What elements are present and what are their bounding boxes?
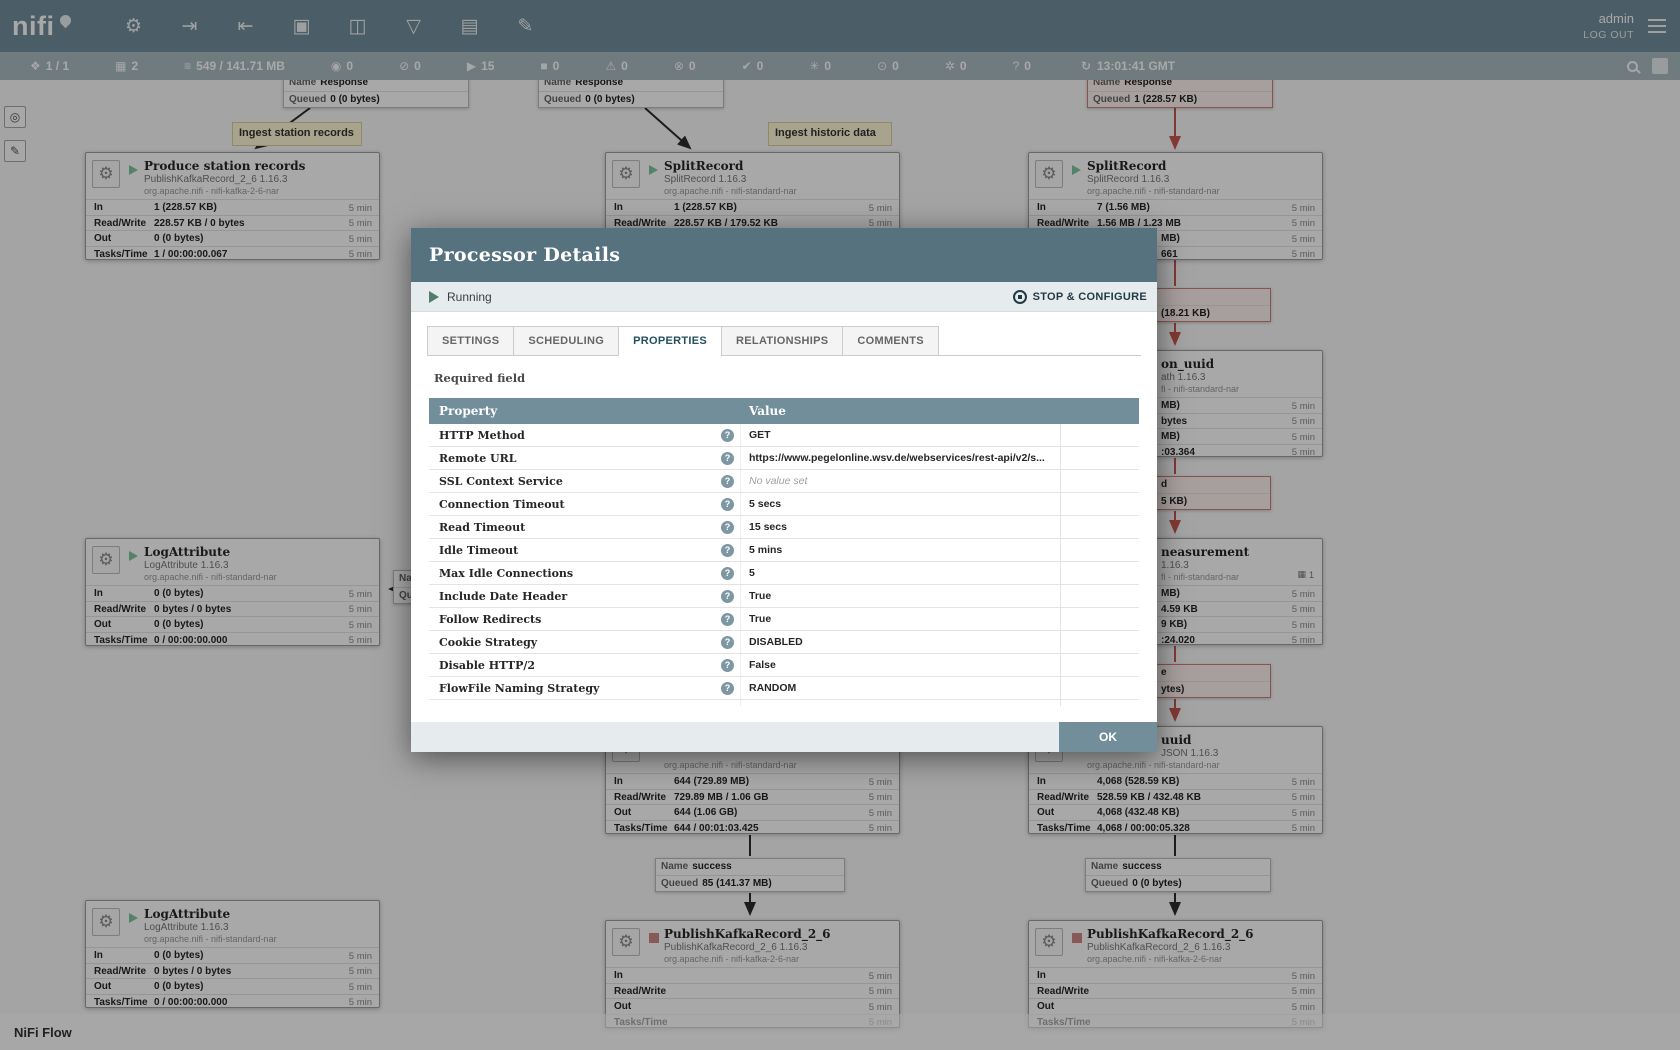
property-name: SSL Context Service [439,475,563,488]
property-row: Include Date Header? True [429,585,1139,608]
tab-comments[interactable]: COMMENTS [842,326,939,356]
property-row: Idle Timeout? 5 mins [429,539,1139,562]
property-name: Follow Redirects [439,613,541,626]
value-column-header: Value [741,404,1139,418]
required-field-note: Required field [434,371,1157,385]
property-name: Read Timeout [439,521,525,534]
property-column-header: Property [429,404,741,418]
stop-and-configure-label: STOP & CONFIGURE [1033,291,1147,303]
dialog-tabs: SETTINGS SCHEDULING PROPERTIES RELATIONS… [427,326,1141,356]
property-row: Follow Redirects? True [429,608,1139,631]
property-cell: Disable HTTP/2? [429,654,741,676]
property-value [741,700,1061,706]
run-status-strip: Running STOP & CONFIGURE [411,282,1157,312]
property-value: 5 secs [741,493,1061,515]
property-cell: Idle Timeout? [429,539,741,561]
help-icon[interactable]: ? [721,498,734,511]
property-row: SSL Context Service? No value set [429,470,1139,493]
help-icon[interactable]: ? [721,659,734,672]
property-name: Idle Timeout [439,544,518,557]
property-cell: Max Idle Connections? [429,562,741,584]
property-value: False [741,654,1061,676]
property-name: Disable HTTP/2 [439,659,535,672]
dialog-header: Processor Details [411,228,1157,282]
property-cell: SSL Context Service? [429,470,741,492]
help-icon[interactable]: ? [721,429,734,442]
property-cell: HTTP Method? [429,424,741,446]
property-row: Remote URL? https://www.pegelonline.wsv.… [429,447,1139,470]
property-cell: Cookie Strategy? [429,631,741,653]
property-value: 5 mins [741,539,1061,561]
stop-circle-icon [1013,290,1027,304]
ok-button[interactable]: OK [1059,722,1157,752]
property-name: Cookie Strategy [439,636,537,649]
property-row: FlowFile Naming Strategy? RANDOM [429,677,1139,700]
property-value: No value set [741,470,1061,492]
property-cell: Follow Redirects? [429,608,741,630]
property-name: Remote URL [439,452,517,465]
tab-settings[interactable]: SETTINGS [427,326,514,356]
help-icon[interactable]: ? [721,636,734,649]
property-row: Cookie Strategy? DISABLED [429,631,1139,654]
property-value: GET [741,424,1061,446]
help-icon[interactable]: ? [721,452,734,465]
running-status-icon [429,291,439,303]
property-row: Connection Timeout? 5 secs [429,493,1139,516]
property-row: HTTP Method? GET [429,424,1139,447]
tab-scheduling[interactable]: SCHEDULING [513,326,619,356]
property-cell [429,700,741,706]
property-row: Max Idle Connections? 5 [429,562,1139,585]
help-icon[interactable]: ? [721,521,734,534]
properties-table: Property Value HTTP Method? GET Remote U… [429,398,1139,706]
property-cell: Remote URL? [429,447,741,469]
tab-properties[interactable]: PROPERTIES [618,326,722,356]
help-icon[interactable]: ? [721,544,734,557]
dialog-title: Processor Details [429,244,620,266]
dialog-footer: OK [411,722,1157,752]
processor-details-dialog: Processor Details Running STOP & CONFIGU… [411,228,1157,752]
property-name: FlowFile Naming Strategy [439,682,599,695]
property-value: True [741,608,1061,630]
help-icon[interactable]: ? [721,682,734,695]
property-value: https://www.pegelonline.wsv.de/webservic… [741,447,1061,469]
help-icon[interactable]: ? [721,475,734,488]
property-name: Connection Timeout [439,498,565,511]
tab-relationships[interactable]: RELATIONSHIPS [721,326,843,356]
property-cell: Include Date Header? [429,585,741,607]
property-cell: Connection Timeout? [429,493,741,515]
property-value: 15 secs [741,516,1061,538]
stop-and-configure-button[interactable]: STOP & CONFIGURE [1013,290,1147,304]
property-name: HTTP Method [439,429,525,442]
property-row: Disable HTTP/2? False [429,654,1139,677]
property-value: RANDOM [741,677,1061,699]
table-header-row: Property Value [429,398,1139,424]
property-cell: FlowFile Naming Strategy? [429,677,741,699]
property-value: 5 [741,562,1061,584]
property-row: Read Timeout? 15 secs [429,516,1139,539]
property-cell: Read Timeout? [429,516,741,538]
property-name: Include Date Header [439,590,567,603]
property-row-clipped [429,700,1139,706]
help-icon[interactable]: ? [721,590,734,603]
property-value: True [741,585,1061,607]
property-name: Max Idle Connections [439,567,573,580]
property-value: DISABLED [741,631,1061,653]
help-icon[interactable]: ? [721,613,734,626]
help-icon[interactable]: ? [721,567,734,580]
run-status-label: Running [447,290,492,304]
